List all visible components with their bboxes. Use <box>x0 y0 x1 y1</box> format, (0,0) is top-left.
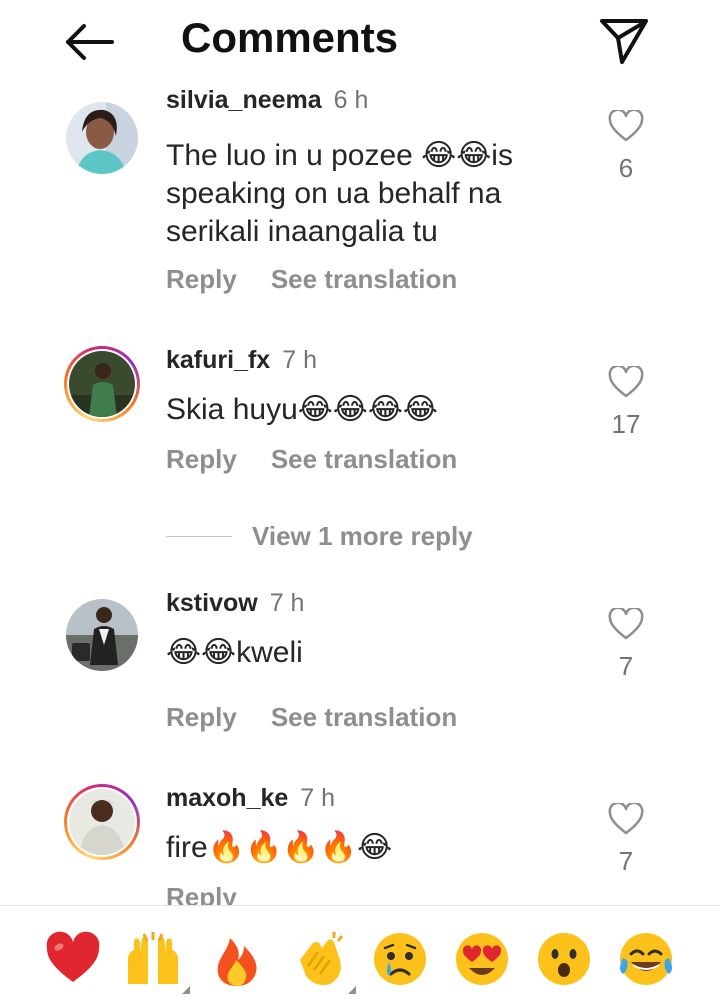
heart-outline-icon[interactable] <box>608 606 644 640</box>
like-control: 6 <box>604 108 648 184</box>
reply-button[interactable]: Reply <box>166 444 237 474</box>
skin-tone-indicator <box>182 986 190 994</box>
heart-outline-icon[interactable] <box>608 801 644 835</box>
like-count: 7 <box>618 846 634 876</box>
comment-meta: kstivow 7 h <box>166 589 304 618</box>
comment-text: Skia huyu😂😂😂😂 <box>166 393 438 426</box>
surprised-face-icon <box>538 933 590 985</box>
comment-actions: Reply See translation <box>166 444 457 475</box>
avatar[interactable] <box>64 100 140 176</box>
emoji-reaction-bar <box>0 905 720 1002</box>
avatar-story-ring[interactable] <box>64 784 140 860</box>
comment-time: 7 h <box>300 784 336 812</box>
view-more-replies-label[interactable]: View 1 more reply <box>252 521 473 552</box>
comment-time: 6 h <box>333 88 369 114</box>
red-heart-icon <box>46 931 100 982</box>
user-photo <box>66 102 138 174</box>
crying-face-icon <box>374 933 426 985</box>
comment-username[interactable]: silvia_neema <box>166 88 322 114</box>
comment-username[interactable]: kafuri_fx <box>166 346 270 374</box>
clapping-hands-icon <box>300 932 344 985</box>
user-photo <box>66 599 138 671</box>
back-button[interactable] <box>60 20 116 64</box>
emoji-red-heart-button[interactable] <box>44 930 102 988</box>
view-more-replies[interactable]: View 1 more reply <box>166 516 473 556</box>
emoji-raising-hands-button[interactable] <box>124 930 190 994</box>
comment-text: The luo in u pozee 😂😂is speaking on ua b… <box>166 139 513 248</box>
comment-actions: Reply See translation <box>166 702 457 733</box>
comment-username[interactable]: maxoh_ke <box>166 784 288 812</box>
arrow-left-icon <box>66 24 114 60</box>
emoji-fire-button[interactable] <box>208 930 266 988</box>
comment-time: 7 h <box>269 589 305 617</box>
header-bar: Comments <box>0 0 720 88</box>
comments-list[interactable]: silvia_neema 6 h The luo in u pozee 😂😂is … <box>0 88 720 905</box>
page-title: Comments <box>181 14 399 61</box>
avatar[interactable] <box>64 597 140 673</box>
comment-text: fire🔥🔥🔥🔥😂 <box>166 831 393 864</box>
see-translation-button[interactable]: See translation <box>271 702 457 732</box>
comment-actions: Reply <box>166 882 237 905</box>
like-count: 7 <box>618 651 634 681</box>
like-count: 6 <box>618 153 634 183</box>
like-control: 7 <box>604 606 648 682</box>
reply-button[interactable]: Reply <box>166 702 237 732</box>
divider-line <box>166 535 232 537</box>
comment-time: 7 h <box>282 346 317 374</box>
like-count: 17 <box>611 409 641 439</box>
heart-outline-icon[interactable] <box>608 108 644 142</box>
heart-outline-icon[interactable] <box>608 364 644 398</box>
comment-meta: silvia_neema 6 h <box>166 88 368 115</box>
comment-meta: maxoh_ke 7 h <box>166 784 335 813</box>
emoji-heart-eyes-button[interactable] <box>453 930 511 988</box>
reply-button[interactable]: Reply <box>166 882 237 905</box>
emoji-surprised-face-button[interactable] <box>535 930 593 988</box>
emoji-tears-of-joy-button[interactable] <box>617 930 675 988</box>
comment-text: 😂😂kweli <box>166 636 303 669</box>
skin-tone-indicator <box>348 986 356 994</box>
share-button[interactable] <box>598 16 650 66</box>
see-translation-button[interactable]: See translation <box>271 444 457 474</box>
comment-meta: kafuri_fx 7 h <box>166 346 317 375</box>
user-photo <box>69 789 135 855</box>
tears-of-joy-icon <box>620 933 672 985</box>
heart-eyes-icon <box>456 933 508 985</box>
like-control: 17 <box>604 364 648 440</box>
user-photo <box>69 351 135 417</box>
see-translation-button[interactable]: See translation <box>271 264 457 294</box>
paper-plane-icon <box>600 19 648 64</box>
emoji-crying-face-button[interactable] <box>371 930 429 988</box>
emoji-clapping-hands-button[interactable] <box>290 930 356 994</box>
fire-icon <box>217 938 257 986</box>
avatar-story-ring[interactable] <box>64 346 140 422</box>
like-control: 7 <box>604 801 648 877</box>
comment-username[interactable]: kstivow <box>166 589 258 617</box>
comment-actions: Reply See translation <box>166 264 457 295</box>
reply-button[interactable]: Reply <box>166 264 237 294</box>
raising-hands-icon <box>128 932 178 984</box>
